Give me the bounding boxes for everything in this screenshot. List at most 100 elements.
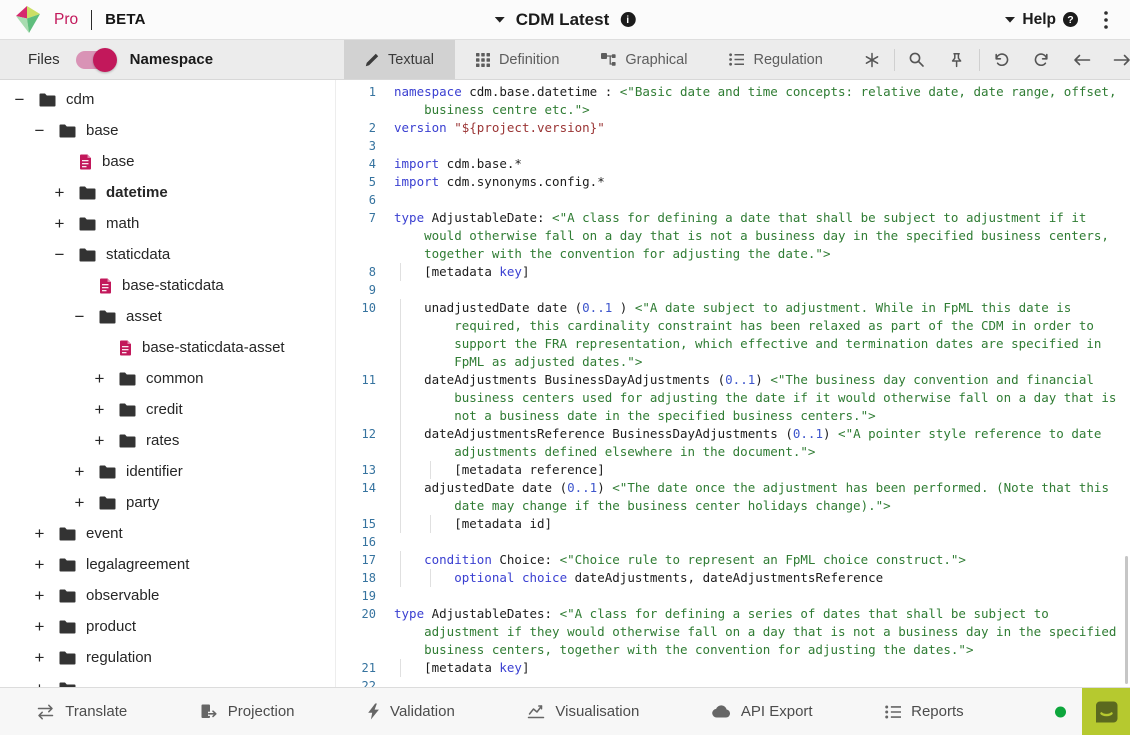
arrow-right-button[interactable]	[1102, 40, 1130, 79]
plus-expander-icon[interactable]: +	[32, 556, 47, 573]
status-dot	[1055, 706, 1066, 717]
tree-item-base[interactable]: base	[0, 146, 335, 177]
line-number: 19	[336, 587, 376, 605]
footer-item-reports[interactable]: Reports	[885, 703, 964, 720]
plus-expander-icon[interactable]: +	[72, 494, 87, 511]
plus-expander-icon[interactable]: +	[92, 401, 107, 418]
tree-item-partial[interactable]: +	[0, 673, 335, 687]
line-number: 3	[336, 137, 376, 155]
graph-icon	[601, 53, 616, 67]
plus-expander-icon[interactable]: +	[52, 215, 67, 232]
tree-item-party[interactable]: +party	[0, 487, 335, 518]
kebab-menu-icon[interactable]	[1104, 11, 1108, 29]
tab-label: Graphical	[625, 52, 687, 68]
minus-expander-icon[interactable]: −	[72, 308, 87, 325]
footer-item-validation[interactable]: Validation	[367, 703, 455, 720]
plus-expander-icon[interactable]: +	[52, 184, 67, 201]
tree-item-cdm[interactable]: −cdm	[0, 84, 335, 115]
indent-guide	[400, 371, 401, 425]
indent-guide	[400, 479, 401, 515]
plus-expander-icon[interactable]: +	[32, 649, 47, 666]
project-title: CDM Latest	[516, 10, 610, 30]
line-number: 9	[336, 281, 376, 299]
namespace-toggle[interactable]	[76, 51, 114, 69]
tree-item-asset[interactable]: −asset	[0, 301, 335, 332]
tab-definition[interactable]: Definition	[455, 40, 580, 79]
code-token: key	[499, 264, 522, 279]
code-line: 15[metadata id]	[336, 515, 1130, 533]
tree-item-identifier[interactable]: +identifier	[0, 456, 335, 487]
minus-expander-icon[interactable]: −	[32, 122, 47, 139]
line-number: 6	[336, 191, 376, 209]
tree-item-event[interactable]: +event	[0, 518, 335, 549]
tree-item-base[interactable]: −base	[0, 115, 335, 146]
tree-item-credit[interactable]: + credit	[0, 394, 335, 425]
indent-guide	[400, 299, 401, 371]
plus-expander-icon[interactable]: +	[72, 463, 87, 480]
tree-item-common[interactable]: +common	[0, 363, 335, 394]
tree-item-observable[interactable]: +observable	[0, 580, 335, 611]
code-line-text: optional choice dateAdjustments, dateAdj…	[394, 569, 1130, 587]
info-icon[interactable]: i	[620, 12, 635, 27]
project-selector[interactable]: CDM Latest i	[495, 0, 636, 39]
line-number: 22	[336, 677, 376, 687]
code-token: import	[394, 156, 439, 171]
arrow-left-button[interactable]	[1062, 40, 1102, 79]
code-token: choice	[522, 570, 567, 585]
search-button[interactable]	[897, 40, 937, 79]
files-label: Files	[28, 51, 60, 68]
code-line: 10unadjustedDate date (0..1 ) <"A date s…	[336, 299, 1130, 371]
tree-item-legalagreement[interactable]: +legalagreement	[0, 549, 335, 580]
plus-expander-icon[interactable]: +	[32, 680, 47, 687]
plus-expander-icon[interactable]: +	[92, 432, 107, 449]
plus-expander-icon[interactable]: +	[32, 587, 47, 604]
footer-items: Translate Projection Validation Visualisati…	[0, 703, 1000, 720]
minus-expander-icon[interactable]: −	[12, 91, 27, 108]
pin-button[interactable]	[937, 40, 977, 79]
footer-item-translate[interactable]: Translate	[36, 703, 127, 720]
line-number: 21	[336, 659, 376, 677]
translate-icon	[36, 704, 55, 720]
code-token: AdjustableDates:	[424, 606, 559, 621]
tree-item-label: credit	[146, 401, 183, 418]
tree-item-product[interactable]: + product	[0, 611, 335, 642]
pro-badge: Pro	[54, 11, 78, 29]
tab-textual[interactable]: Textual	[344, 40, 455, 79]
plus-expander-icon[interactable]: +	[92, 370, 107, 387]
tree-item-label: product	[86, 618, 136, 635]
code-line-text: type AdjustableDates: <"A class for defi…	[394, 605, 1130, 659]
folder-icon	[59, 527, 76, 541]
line-number: 5	[336, 173, 376, 191]
code-editor[interactable]: 1namespace cdm.base.datetime : <"Basic d…	[336, 80, 1130, 687]
search-icon	[908, 51, 925, 68]
tree-item-base-staticdata[interactable]: base-staticdata	[0, 270, 335, 301]
code-token: import	[394, 174, 439, 189]
tab-graphical[interactable]: Graphical	[580, 40, 708, 79]
footer-item-visualisation[interactable]: Visualisation	[527, 703, 639, 720]
help-menu[interactable]: Help ?	[1005, 11, 1078, 29]
toolbar-divider	[894, 49, 895, 71]
code-token: optional	[454, 570, 514, 585]
chat-launcher[interactable]	[1082, 688, 1130, 735]
tree-item-label: math	[106, 215, 139, 232]
code-token: )	[597, 480, 612, 495]
minus-expander-icon[interactable]: −	[52, 246, 67, 263]
tree-item-rates[interactable]: +rates	[0, 425, 335, 456]
tab-regulation[interactable]: Regulation	[708, 40, 843, 79]
line-number: 10	[336, 299, 376, 317]
tree-item-regulation[interactable]: +regulation	[0, 642, 335, 673]
footer-item-projection[interactable]: Projection	[200, 703, 295, 720]
tree-item-math[interactable]: + math	[0, 208, 335, 239]
plus-expander-icon[interactable]: +	[32, 618, 47, 635]
asterisk-button[interactable]	[852, 40, 892, 79]
line-number: 11	[336, 371, 376, 389]
tree-item-base-staticdata-asset[interactable]: base-staticdata-asset	[0, 332, 335, 363]
code-line-text: dateAdjustments BusinessDayAdjustments (…	[394, 371, 1130, 425]
tree-item-datetime[interactable]: +datetime	[0, 177, 335, 208]
redo-button[interactable]	[1022, 40, 1062, 79]
undo-button[interactable]	[982, 40, 1022, 79]
arrow-left-icon	[1073, 53, 1091, 67]
tree-item-staticdata[interactable]: −staticdata	[0, 239, 335, 270]
footer-item-api-export[interactable]: API Export	[712, 703, 813, 720]
plus-expander-icon[interactable]: +	[32, 525, 47, 542]
